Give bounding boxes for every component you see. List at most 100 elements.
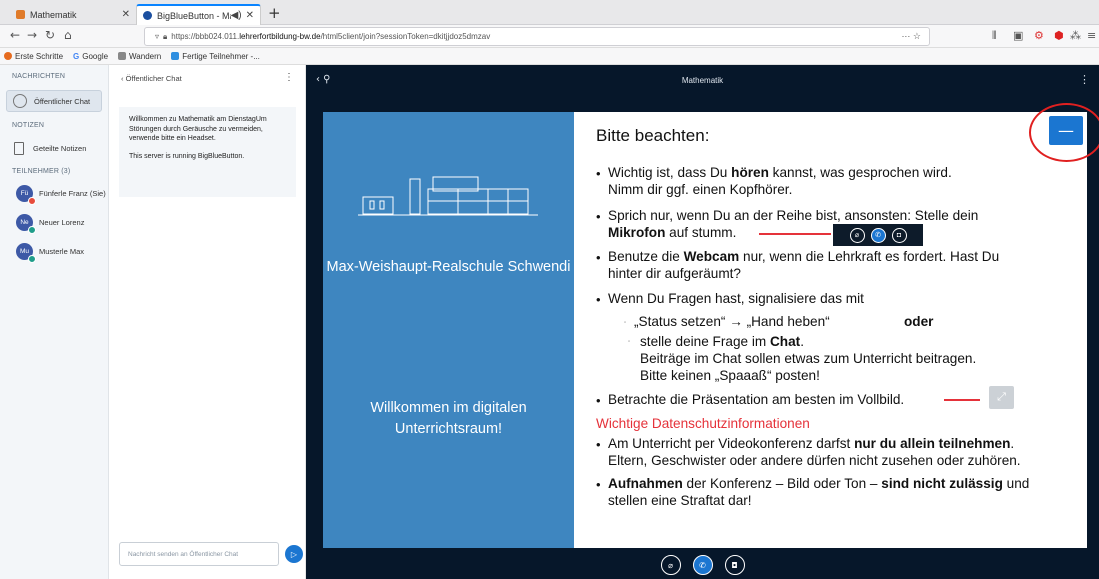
- shared-notes-item[interactable]: Geteilte Notizen: [6, 137, 102, 159]
- user-name: Musterle Max: [39, 247, 85, 256]
- bullet: •: [596, 292, 601, 307]
- slide-heading: Bitte beachten:: [596, 126, 710, 145]
- browser-tab-bigbluebutton[interactable]: BigBlueButton - Mathema ◀) ✕: [136, 4, 261, 25]
- chat-back-button[interactable]: ‹ Öffentlicher Chat: [121, 74, 182, 83]
- browser-tab-bar: Mathematik ✕ BigBlueButton - Mathema ◀) …: [0, 0, 1099, 25]
- bookmark-erste-schritte[interactable]: Erste Schritte: [4, 52, 63, 61]
- phone-icon[interactable]: ✆: [692, 555, 713, 575]
- new-tab-button[interactable]: +: [268, 4, 281, 22]
- bullet-2: Sprich nur, wenn Du an der Reihe bist, a…: [608, 208, 979, 223]
- bullet-1: Wichtig ist, dass Du hören kannst, was g…: [608, 165, 952, 180]
- home-icon[interactable]: ⌂: [64, 28, 72, 42]
- speaker-icon[interactable]: ◀): [231, 10, 242, 21]
- url-bar[interactable]: ▿ 🔒︎ https://bbb024.011. lehrerfortbildu…: [144, 27, 930, 46]
- notes-heading: NOTIZEN: [12, 122, 45, 129]
- lock-icon: 🔒︎: [163, 31, 168, 41]
- camera-icon: ◘: [891, 227, 907, 243]
- browser-nav-bar: ← → ↻ ⌂ ▿ 🔒︎ https://bbb024.011. lehrerf…: [0, 25, 1099, 48]
- slide-left-column: Max-Weishaupt-Realschule Schwendi Willko…: [323, 112, 574, 548]
- bullet-3-line-2: hinter dir aufgeräumt?: [608, 266, 741, 281]
- messages-heading: NACHRICHTEN: [12, 73, 66, 80]
- bullet-4-sub-2: stelle deine Frage im Chat.: [640, 334, 804, 349]
- bullet-4-sub-1: „Status setzen“ → „Hand heben“: [634, 314, 830, 329]
- sub-bullet: ▫: [624, 320, 627, 326]
- bullet-4: Wenn Du Fragen hast, signalisiere das mi…: [608, 291, 864, 306]
- options-menu-icon[interactable]: ⋮: [1079, 73, 1090, 86]
- bullet-6-line-2: Eltern, Geschwister oder andere dürfen n…: [608, 453, 1021, 468]
- shared-notes-label: Geteilte Notizen: [33, 143, 87, 153]
- arrow-line: [759, 233, 831, 235]
- privacy-heading: Wichtige Datenschutzinformationen: [596, 416, 810, 431]
- send-button[interactable]: ▷: [285, 545, 303, 563]
- tab-label: BigBlueButton - Mathema: [157, 10, 231, 21]
- user-name: Fünferle Franz (Sie): [39, 189, 106, 198]
- chat-message-input[interactable]: Nachricht senden an Öffentlicher Chat: [119, 542, 279, 566]
- bookmark-icon: [171, 52, 180, 60]
- bullet-7-line-2: stellen eine Straftat dar!: [608, 493, 752, 508]
- bookmarks-bar: Erste Schritte G Google Wandern Fertige T…: [0, 48, 1099, 65]
- tab-label: Mathematik: [30, 9, 77, 20]
- close-tab-icon[interactable]: ✕: [122, 9, 130, 20]
- bullet-3: Benutze die Webcam nur, wenn die Lehrkra…: [608, 249, 1000, 264]
- firefox-icon: [4, 52, 12, 60]
- user-item[interactable]: Ne Neuer Lorenz: [16, 214, 85, 234]
- welcome-message: Willkommen zu Mathematik am DienstagUm S…: [129, 116, 267, 142]
- microphone-muted-icon[interactable]: ⌀: [660, 555, 681, 575]
- bullet-4-sub-2-line-2: Beiträge im Chat sollen etwas zum Unterr…: [640, 351, 977, 366]
- bookmark-wandern[interactable]: Wandern: [118, 52, 161, 61]
- status-indicator: [28, 255, 36, 263]
- extension-2-icon[interactable]: ⁂: [1070, 29, 1081, 42]
- sidebar-toggle-icon[interactable]: ▣: [1013, 29, 1023, 42]
- avatar: Ne: [16, 214, 36, 234]
- bullet-4-or: oder: [904, 314, 934, 329]
- browser-tab-mathematik[interactable]: Mathematik ✕: [10, 4, 136, 25]
- bookmark-fertige-teilnehmer[interactable]: Fertige Teilnehmer -...: [171, 52, 260, 61]
- welcome-text: Willkommen im digitalen Unterrichtsraum!: [370, 400, 527, 437]
- presentation-slide: Max-Weishaupt-Realschule Schwendi Willko…: [323, 112, 1087, 548]
- chat-messages: Willkommen zu Mathematik am DienstagUm S…: [119, 107, 296, 197]
- bbb-favicon-icon: [143, 11, 152, 20]
- bullet: •: [596, 166, 601, 181]
- tab-favicon-icon: [16, 10, 25, 19]
- bullet: •: [596, 250, 601, 265]
- chat-options-icon[interactable]: ⋮: [284, 72, 294, 83]
- folder-icon: [118, 52, 127, 60]
- back-icon[interactable]: ←: [10, 28, 20, 42]
- url-path: /html5client/join?sessionToken=dkitjjdoz…: [320, 32, 491, 41]
- fullscreen-icon: ⤢: [989, 386, 1014, 409]
- extension-icon[interactable]: ⚙: [1034, 29, 1044, 42]
- bullet-1-line-2: Nimm dir ggf. einen Kopfhörer.: [608, 182, 793, 197]
- bullet-2-line-2: Mikrofon auf stumm.: [608, 225, 737, 240]
- library-icon[interactable]: ⫴: [992, 29, 997, 43]
- screen: Mathematik ✕ BigBlueButton - Mathema ◀) …: [0, 0, 1099, 579]
- chat-bubble-icon: [13, 94, 27, 108]
- bullet-7: Aufnahmen der Konferenz – Bild oder Ton …: [608, 476, 1030, 491]
- presentation-stage: ‹ ⚲ Mathematik ⋮ Max-Weishaupt-Realschul…: [306, 65, 1099, 579]
- user-name: Neuer Lorenz: [39, 218, 85, 227]
- reload-icon[interactable]: ↻: [45, 28, 55, 42]
- user-item[interactable]: Fü Fünferle Franz (Sie): [16, 185, 106, 205]
- menu-icon[interactable]: ≡: [1087, 29, 1096, 42]
- phone-icon: ✆: [870, 227, 886, 243]
- bookmark-google[interactable]: G Google: [73, 52, 108, 61]
- public-chat-item[interactable]: Öffentlicher Chat: [6, 90, 102, 112]
- bullet-4-sub-2-line-3: Bitte keinen „Spaaaß“ posten!: [640, 368, 820, 383]
- public-chat-label: Öffentlicher Chat: [34, 96, 91, 106]
- user-item[interactable]: Mu Musterle Max: [16, 243, 85, 263]
- ublock-icon[interactable]: ⬢: [1054, 29, 1064, 42]
- bullet: •: [596, 477, 601, 492]
- sub-bullet: ▫: [628, 339, 631, 345]
- url-prefix: https://bbb024.011.: [171, 32, 240, 41]
- server-message: This server is running BigBlueButton.: [129, 152, 245, 160]
- url-actions[interactable]: ··· ☆: [901, 31, 921, 42]
- shield-icon: ▿: [155, 32, 160, 41]
- camera-icon[interactable]: ◘: [724, 555, 745, 575]
- close-tab-icon[interactable]: ✕: [246, 10, 254, 21]
- bullet: •: [596, 393, 601, 408]
- google-icon: G: [73, 51, 80, 61]
- microphone-muted-icon: ⌀: [849, 227, 865, 243]
- bullet: •: [596, 437, 601, 452]
- document-icon: [14, 141, 24, 155]
- url-host: lehrerfortbildung-bw.de: [239, 32, 321, 41]
- forward-icon[interactable]: →: [27, 28, 37, 42]
